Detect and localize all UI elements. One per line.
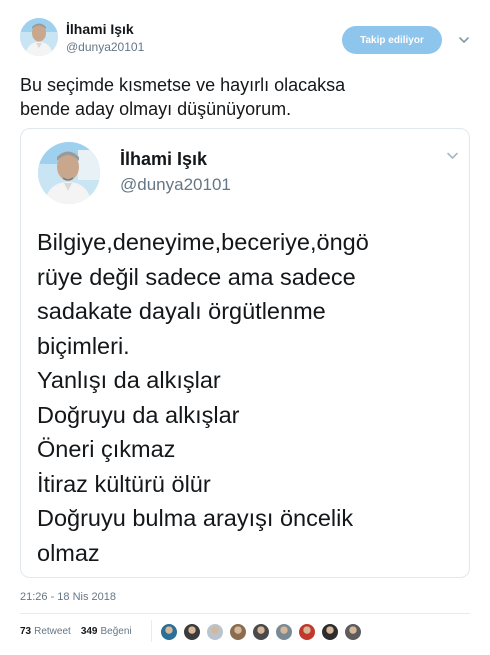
retweet-count[interactable]: 73 — [20, 626, 31, 637]
liker-avatar[interactable] — [321, 623, 339, 641]
stats-separator — [151, 620, 152, 642]
author-avatar[interactable] — [20, 18, 58, 56]
liker-avatar[interactable] — [160, 623, 178, 641]
liker-avatars — [160, 623, 367, 641]
tweet-card: İlhami Işık @dunya20101 Takip ediliyor B… — [0, 0, 490, 655]
liker-avatar[interactable] — [183, 623, 201, 641]
liker-avatar[interactable] — [229, 623, 247, 641]
quoted-text-line: sadakate dayalı örgütlenme — [37, 298, 326, 324]
quoted-text-line: rüye değil sadece ama sadece — [37, 263, 356, 290]
quoted-text-line: biçimleri. — [37, 332, 130, 359]
liker-avatar[interactable] — [252, 623, 270, 641]
tweet-text: Bu seçimde kısmetse ve hayırlı olacaksa … — [20, 75, 346, 119]
liker-avatar[interactable] — [344, 623, 362, 641]
like-count[interactable]: 349 — [81, 626, 98, 637]
quoted-text-line: Öneri çıkmaz — [37, 436, 176, 462]
chevron-down-icon[interactable] — [458, 34, 470, 46]
liker-avatar[interactable] — [298, 623, 316, 641]
quoted-text-line: İtiraz kültürü ölür — [37, 470, 211, 497]
quoted-text-line: olmaz — [37, 539, 100, 566]
quoted-author-avatar[interactable] — [38, 142, 100, 204]
following-button[interactable]: Takip ediliyor — [342, 26, 442, 54]
tweet-header: İlhami Işık @dunya20101 Takip ediliyor — [20, 16, 475, 64]
quoted-text-line: Doğruyu bulma arayışı öncelik — [37, 505, 354, 531]
liker-avatar[interactable] — [206, 623, 224, 641]
retweet-label[interactable]: Retweet — [34, 626, 71, 637]
quoted-text-line: Bilgiye,deneyime,beceriye,öngö — [37, 229, 369, 255]
liker-avatar[interactable] — [275, 623, 293, 641]
quoted-author-handle[interactable]: @dunya20101 — [120, 175, 231, 195]
stats-divider — [20, 613, 470, 614]
author-handle[interactable]: @dunya20101 — [66, 39, 144, 55]
author-name[interactable]: İlhami Işık — [66, 21, 144, 38]
quoted-author-name[interactable]: İlhami Işık — [120, 149, 207, 170]
quoted-text-line: Doğruyu da alkışlar — [37, 401, 240, 428]
quoted-chevron-down-icon[interactable] — [446, 149, 459, 162]
author-block: İlhami Işık @dunya20101 — [66, 21, 144, 55]
quoted-tweet[interactable]: İlhami Işık @dunya20101 Bilgiye,deneyime… — [20, 128, 470, 578]
like-label[interactable]: Beğeni — [101, 626, 132, 637]
quoted-text-line: Yanlışı da alkışlar — [37, 367, 221, 393]
tweet-stats: 73 Retweet 349 Beğeni — [20, 626, 142, 637]
tweet-timestamp[interactable]: 21:26 - 18 Nis 2018 — [20, 591, 116, 603]
quoted-tweet-body: Bilgiye,deneyime,beceriye,öngö rüye deği… — [37, 225, 457, 570]
